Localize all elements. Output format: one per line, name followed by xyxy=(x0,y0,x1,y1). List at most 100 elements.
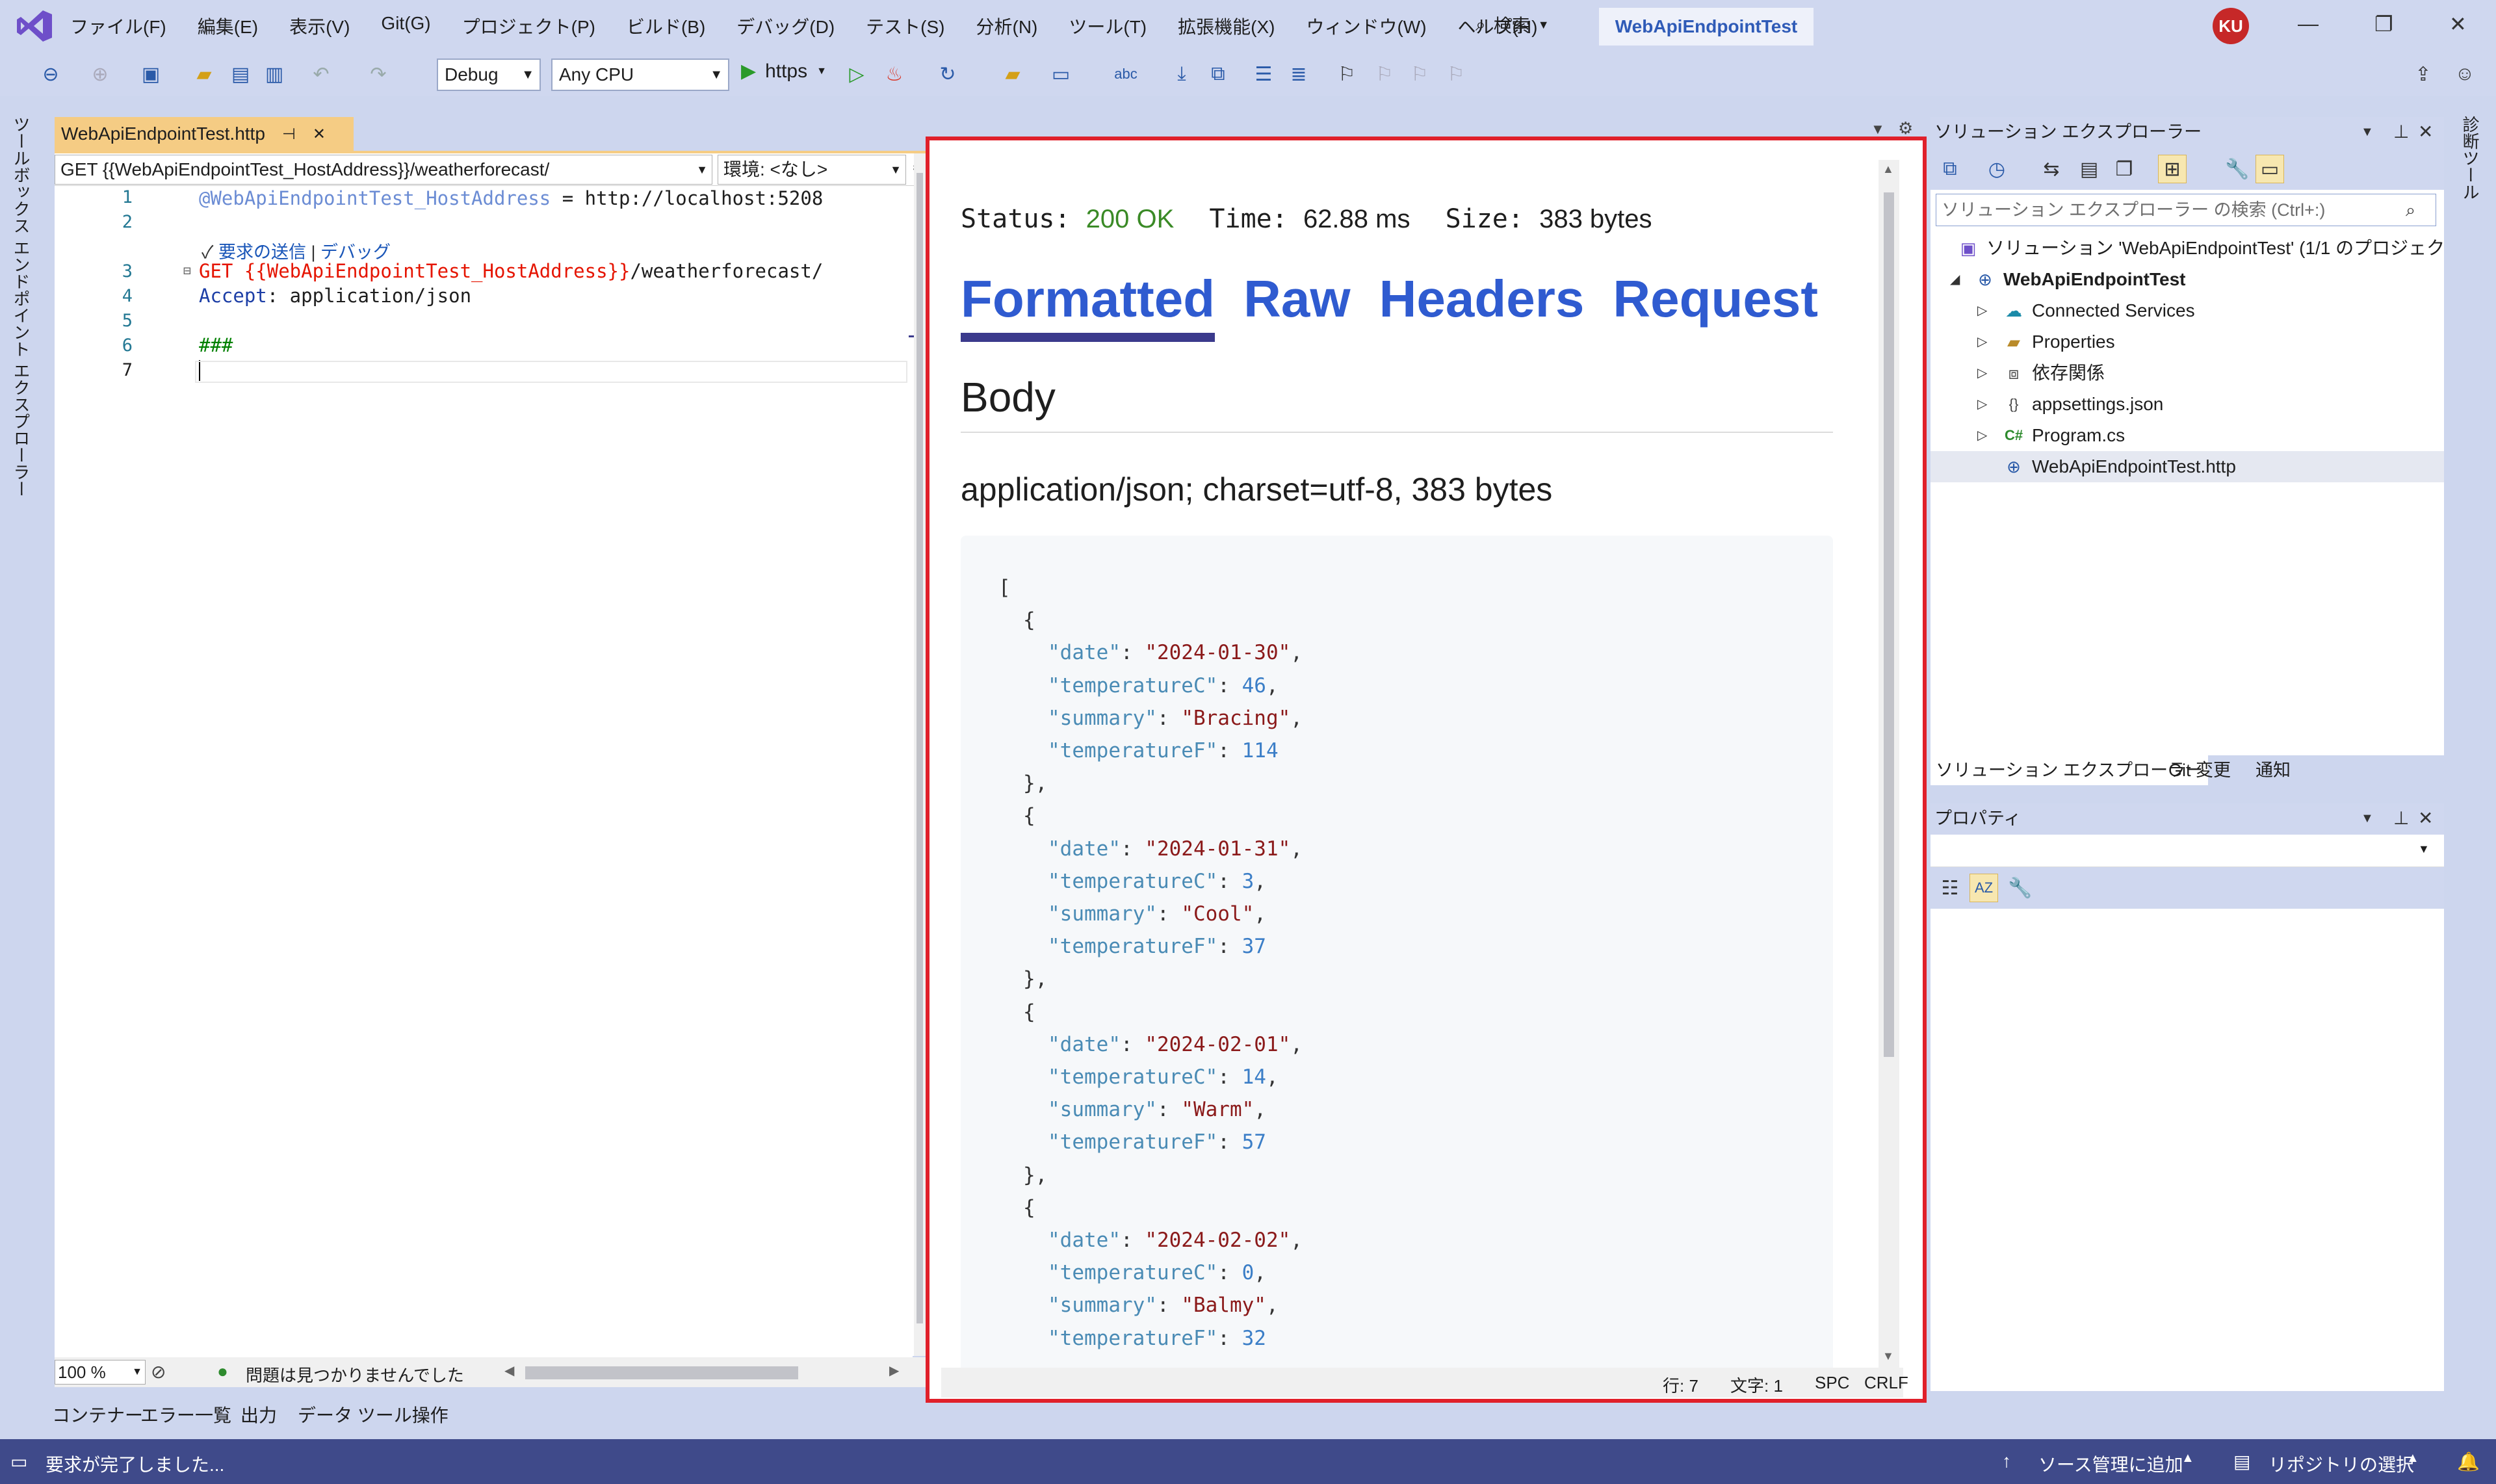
new-project-icon[interactable]: ▣ xyxy=(136,60,165,88)
show-all-files-icon[interactable]: ❐ xyxy=(2110,155,2138,183)
run-without-debug-icon[interactable]: ▷ xyxy=(842,60,871,88)
menu-item[interactable]: 表示(V) xyxy=(289,13,350,39)
editor-scrollbar[interactable] xyxy=(914,153,926,1356)
menu-item[interactable]: 編集(E) xyxy=(198,13,258,39)
collapsed-arrow-icon[interactable]: ▷ xyxy=(1977,420,1987,451)
tree-item-program[interactable]: ▷ C# Program.cs xyxy=(1930,420,2444,451)
tab-formatted[interactable]: Formatted xyxy=(961,269,1216,342)
menu-item[interactable]: 拡張機能(X) xyxy=(1178,13,1275,39)
scroll-left-icon[interactable]: ◀ xyxy=(504,1362,514,1379)
collapse-all-icon[interactable]: ▤ xyxy=(2075,155,2103,183)
menu-item[interactable]: ファイル(F) xyxy=(70,13,166,39)
pin-icon[interactable]: ⊣ xyxy=(282,125,296,144)
menu-item[interactable]: テスト(S) xyxy=(866,13,944,39)
save-icon[interactable]: ▤ xyxy=(226,60,255,88)
chevron-down-icon[interactable]: ▼ xyxy=(2361,117,2374,147)
preview-icon[interactable]: ▭ xyxy=(2256,155,2284,183)
tab-git-changes[interactable]: Git 変更 xyxy=(2163,755,2236,785)
expanded-arrow-icon[interactable]: ◢ xyxy=(1950,264,1960,295)
environment-select[interactable]: 環境: <なし> ▼ xyxy=(718,155,906,185)
forward-icon[interactable]: ⊕ xyxy=(86,60,114,88)
refresh-icon[interactable]: ↻ xyxy=(933,60,962,88)
alphabetical-icon[interactable]: AZ xyxy=(1970,874,1998,902)
tree-solution[interactable]: ▣ ソリューション 'WebApiEndpointTest' (1/1 のプロジ… xyxy=(1930,233,2469,264)
tree-item-connected-services[interactable]: ▷ ☁ Connected Services xyxy=(1930,295,2444,326)
tree-project[interactable]: ◢ ⊕ WebApiEndpointTest xyxy=(1930,264,2444,295)
request-select[interactable]: GET {{WebApiEndpointTest_HostAddress}}/w… xyxy=(55,155,712,185)
config-select[interactable]: Debug ▼ xyxy=(437,59,541,91)
scroll-thumb[interactable] xyxy=(916,173,923,1323)
tab-containers[interactable]: コンテナー xyxy=(52,1401,143,1427)
collapsed-arrow-icon[interactable]: ▷ xyxy=(1977,358,1987,389)
collapsed-arrow-icon[interactable]: ▷ xyxy=(1977,389,1987,420)
hot-reload-icon[interactable]: ♨ xyxy=(880,60,909,88)
scroll-down-icon[interactable]: ▼ xyxy=(1882,1349,1894,1363)
tab-data-tools[interactable]: データ ツール操作 xyxy=(298,1401,448,1427)
sync-icon[interactable]: ⇆ xyxy=(2037,155,2066,183)
collapsed-arrow-icon[interactable]: ▷ xyxy=(1977,326,1987,358)
chevron-down-icon[interactable]: ▼ xyxy=(2361,803,2374,833)
history-icon[interactable]: ◷ xyxy=(1982,155,2011,183)
filter-icon[interactable]: ⊞ xyxy=(2158,155,2187,183)
feedback-icon[interactable]: ☺ xyxy=(2450,60,2479,88)
back-icon[interactable]: ⊖ xyxy=(36,60,65,88)
collapse-icon[interactable]: ⊟ xyxy=(183,263,191,278)
menu-item[interactable]: Git(G) xyxy=(381,13,430,39)
save-all-icon[interactable]: ▥ xyxy=(260,60,289,88)
properties-object-select[interactable]: ▼ xyxy=(1930,835,2444,867)
menu-item[interactable]: プロジェクト(P) xyxy=(462,13,595,39)
undo-icon[interactable]: ↶ xyxy=(307,60,335,88)
line-ending-indicator[interactable]: CRLF xyxy=(1864,1373,1908,1393)
tree-item-properties[interactable]: ▷ ▰ Properties xyxy=(1930,326,2444,358)
pin-icon[interactable]: ⊥ xyxy=(2393,117,2409,147)
solution-search-input[interactable]: ソリューション エクスプローラー の検索 (Ctrl+:) ⌕ xyxy=(1936,194,2436,226)
column-indicator[interactable]: 文字: 1 xyxy=(1730,1373,1783,1397)
clear-bookmarks-icon[interactable]: ⚐ xyxy=(1442,60,1470,88)
bookmark-icon[interactable]: ⚐ xyxy=(1332,60,1361,88)
step-icon[interactable]: ⤓ xyxy=(1167,60,1196,88)
menu-item[interactable]: 分析(N) xyxy=(976,13,1038,39)
categorized-icon[interactable]: ☷ xyxy=(1936,874,1964,902)
scroll-right-icon[interactable]: ▶ xyxy=(889,1362,899,1379)
no-ai-icon[interactable]: ⊘ xyxy=(151,1361,166,1383)
compare-icon[interactable]: ⧉ xyxy=(1204,60,1232,88)
tab-webapiendpointtest-http[interactable]: WebApiEndpointTest.http ⊣ ✕ xyxy=(55,117,354,151)
run-button[interactable]: ▶ https ▼ xyxy=(741,60,827,83)
scroll-thumb[interactable] xyxy=(1884,192,1894,1057)
tab-raw[interactable]: Raw xyxy=(1243,269,1351,342)
collapsed-arrow-icon[interactable]: ▷ xyxy=(1977,295,1987,326)
close-icon[interactable]: ✕ xyxy=(2449,12,2467,36)
debug-link[interactable]: デバッグ xyxy=(320,242,391,262)
open-folder-icon[interactable]: ▰ xyxy=(190,60,218,88)
platform-select[interactable]: Any CPU ▼ xyxy=(551,59,729,91)
uncomment-icon[interactable]: ≣ xyxy=(1284,60,1313,88)
tab-output[interactable]: 出力 xyxy=(240,1401,277,1427)
properties-icon[interactable]: 🔧 xyxy=(2223,155,2252,183)
zoom-select[interactable]: 100 % ▼ xyxy=(55,1360,146,1385)
search-button[interactable]: ⌕ 検索 ▼ xyxy=(1476,12,1550,38)
horizontal-scroll-thumb[interactable] xyxy=(525,1366,798,1379)
whitespace-indicator[interactable]: SPC xyxy=(1815,1373,1849,1393)
next-bookmark-icon[interactable]: ⚐ xyxy=(1405,60,1434,88)
pin-icon[interactable]: ⊥ xyxy=(2393,803,2409,833)
tree-item-dependencies[interactable]: ▷ ⧈ 依存関係 xyxy=(1930,358,2444,389)
source-control-button[interactable]: ソース管理に追加 xyxy=(2038,1451,2183,1477)
close-icon[interactable]: ✕ xyxy=(313,125,326,144)
tab-notifications[interactable]: 通知 xyxy=(2250,755,2296,785)
scroll-up-icon[interactable]: ▲ xyxy=(1882,163,1894,176)
tab-error-list[interactable]: エラー一覧 xyxy=(140,1401,231,1427)
tree-item-http-file[interactable]: ⊕ WebApiEndpointTest.http xyxy=(1930,451,2444,482)
menu-item[interactable]: ツール(T) xyxy=(1069,13,1147,39)
toolbox-tab[interactable]: ツールボックス xyxy=(9,116,33,234)
tree-item-appsettings[interactable]: ▷ {} appsettings.json xyxy=(1930,389,2444,420)
folder-icon[interactable]: ▰ xyxy=(998,60,1027,88)
redo-icon[interactable]: ↷ xyxy=(364,60,393,88)
spellcheck-icon[interactable]: abc xyxy=(1112,60,1140,88)
close-icon[interactable]: ✕ xyxy=(2418,803,2433,833)
tab-headers[interactable]: Headers xyxy=(1379,269,1585,342)
avatar[interactable]: KU xyxy=(2213,8,2249,44)
comment-icon[interactable]: ☰ xyxy=(1249,60,1278,88)
menu-item[interactable]: ウィンドウ(W) xyxy=(1306,13,1426,39)
issues-status[interactable]: 問題は見つかりませんでした xyxy=(246,1362,464,1386)
line-indicator[interactable]: 行: 7 xyxy=(1663,1373,1698,1397)
